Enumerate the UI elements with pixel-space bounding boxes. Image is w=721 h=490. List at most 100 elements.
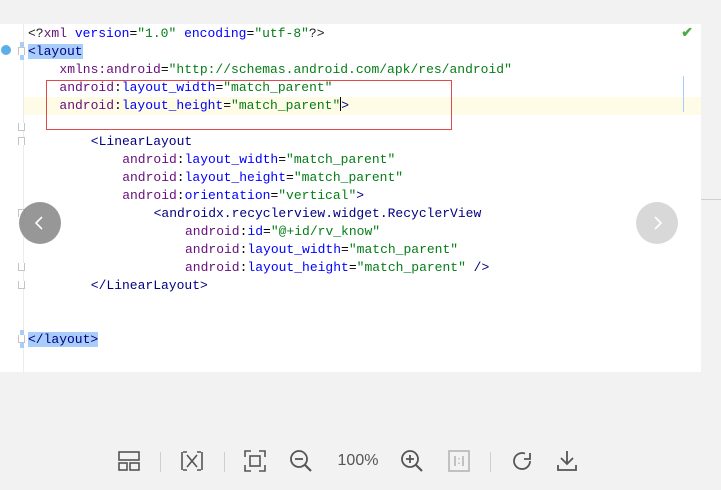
code-line-text: android:layout_width="match_parent" — [185, 241, 458, 259]
actual-size-button[interactable] — [446, 448, 472, 474]
code-line[interactable]: </LinearLayout> — [24, 277, 701, 295]
code-token: <layout — [28, 44, 83, 59]
code-token: <LinearLayout — [90, 134, 193, 149]
rotate-button[interactable] — [509, 448, 535, 474]
code-line[interactable]: <?xml version="1.0" encoding="utf-8"?> — [24, 25, 701, 43]
rotate-icon — [513, 452, 531, 470]
toolbar-separator — [160, 452, 161, 472]
fit-width-icon — [181, 451, 203, 471]
editor-gutter — [0, 24, 25, 372]
code-line[interactable]: </layout> — [24, 331, 701, 349]
actual-size-icon — [448, 450, 470, 472]
code-line-text: <LinearLayout — [91, 133, 192, 151]
code-token: "http://schemas.android.com/apk/res/andr… — [168, 62, 512, 77]
fit-width-button[interactable] — [179, 448, 205, 474]
code-token: android — [122, 170, 177, 185]
code-line[interactable]: android:layout_width="match_parent" — [24, 151, 701, 169]
code-token: "utf-8" — [254, 26, 309, 41]
zoom-level: 100% — [337, 452, 379, 469]
zoom-out-button[interactable] — [288, 448, 314, 474]
code-token: android — [185, 260, 240, 275]
code-line-text: <androidx.recyclerview.widget.RecyclerVi… — [154, 205, 482, 223]
code-line-text: android:layout_height="match_parent" /> — [185, 259, 489, 277]
zoom-out-icon — [290, 450, 312, 472]
code-token: encoding — [184, 26, 247, 41]
zoom-in-button[interactable] — [399, 448, 425, 474]
toolbar-separator — [490, 452, 491, 472]
annotation-box — [46, 80, 452, 130]
check-icon: ✔ — [681, 24, 693, 40]
code-token: layout_height — [184, 170, 287, 185]
code-token: "match_parent" — [293, 170, 404, 185]
code-line[interactable]: xmlns:android="http://schemas.android.co… — [24, 61, 701, 79]
code-token: /> — [465, 260, 490, 275]
chevron-right-icon — [654, 216, 663, 230]
image-viewer-toolbar: 100% — [0, 440, 721, 484]
code-token: orientation — [184, 188, 271, 203]
code-line[interactable]: android:layout_height="match_parent" — [24, 169, 701, 187]
code-token: : — [176, 188, 185, 203]
chevron-left-icon — [34, 216, 43, 230]
code-token: "match_parent" — [356, 260, 466, 275]
fit-screen-icon — [244, 450, 266, 472]
download-icon — [557, 451, 577, 471]
code-line-text: </layout> — [28, 331, 99, 349]
previous-button[interactable] — [19, 202, 61, 244]
code-line[interactable]: <layout — [24, 43, 701, 61]
layout-button[interactable] — [116, 448, 142, 474]
code-token: android — [185, 224, 240, 239]
code-line-text: android:layout_height="match_parent" — [122, 169, 403, 187]
code-token: layout_width — [247, 242, 342, 257]
code-line[interactable]: android:layout_width="match_parent" — [24, 241, 701, 259]
code-line-text: android:id="@+id/rv_know" — [185, 223, 380, 241]
divider — [701, 199, 721, 200]
download-button[interactable] — [554, 448, 580, 474]
code-line[interactable]: <LinearLayout — [24, 133, 701, 151]
code-line-text: </LinearLayout> — [91, 277, 208, 295]
code-line[interactable]: android:id="@+id/rv_know" — [24, 223, 701, 241]
code-area[interactable]: <?xml version="1.0" encoding="utf-8"?> <l… — [24, 24, 701, 372]
code-token: = — [278, 152, 287, 167]
code-line-text: android:orientation="vertical"> — [122, 187, 364, 205]
code-token: version — [74, 26, 130, 41]
code-token: id — [247, 224, 264, 239]
code-line-text: <layout — [28, 43, 83, 61]
zoom-in-icon — [401, 450, 423, 472]
code-token: ?> — [308, 26, 325, 41]
code-line[interactable]: <androidx.recyclerview.widget.RecyclerVi… — [24, 205, 701, 223]
code-token: </layout> — [28, 332, 99, 347]
code-token: = — [348, 260, 357, 275]
code-line[interactable]: android:orientation="vertical"> — [24, 187, 701, 205]
bookmark-icon[interactable] — [1, 45, 11, 55]
next-button[interactable] — [636, 202, 678, 244]
code-token: "1.0" — [137, 26, 177, 41]
code-token: layout_height — [247, 260, 349, 275]
code-line[interactable] — [24, 313, 701, 331]
code-token: android — [122, 188, 177, 203]
code-token: android — [185, 242, 240, 257]
code-token: </LinearLayout> — [90, 278, 208, 293]
code-token: "vertical" — [278, 188, 357, 203]
code-token: "match_parent" — [286, 152, 396, 167]
code-token: = — [263, 224, 271, 239]
code-line-text: xmlns:android="http://schemas.android.co… — [59, 61, 512, 79]
code-line[interactable] — [24, 295, 701, 313]
code-line-text: <?xml version="1.0" encoding="utf-8"?> — [28, 25, 325, 43]
code-token: <? — [28, 26, 44, 41]
code-token: = — [286, 170, 294, 185]
code-line[interactable]: android:layout_height="match_parent" /> — [24, 259, 701, 277]
code-token: xml — [43, 26, 75, 41]
code-token: layout_width — [184, 152, 279, 167]
code-editor[interactable]: <?xml version="1.0" encoding="utf-8"?> <l… — [0, 24, 701, 372]
code-token: android — [106, 62, 161, 77]
layout-icon — [118, 451, 140, 471]
code-token: : — [176, 170, 185, 185]
code-token: "@+id/rv_know" — [270, 224, 381, 239]
code-token: : — [176, 152, 185, 167]
fit-screen-button[interactable] — [242, 448, 268, 474]
code-line-text: android:layout_width="match_parent" — [122, 151, 395, 169]
code-token: = — [160, 62, 169, 77]
scroll-marker — [683, 76, 684, 112]
code-token: "match_parent" — [348, 242, 459, 257]
